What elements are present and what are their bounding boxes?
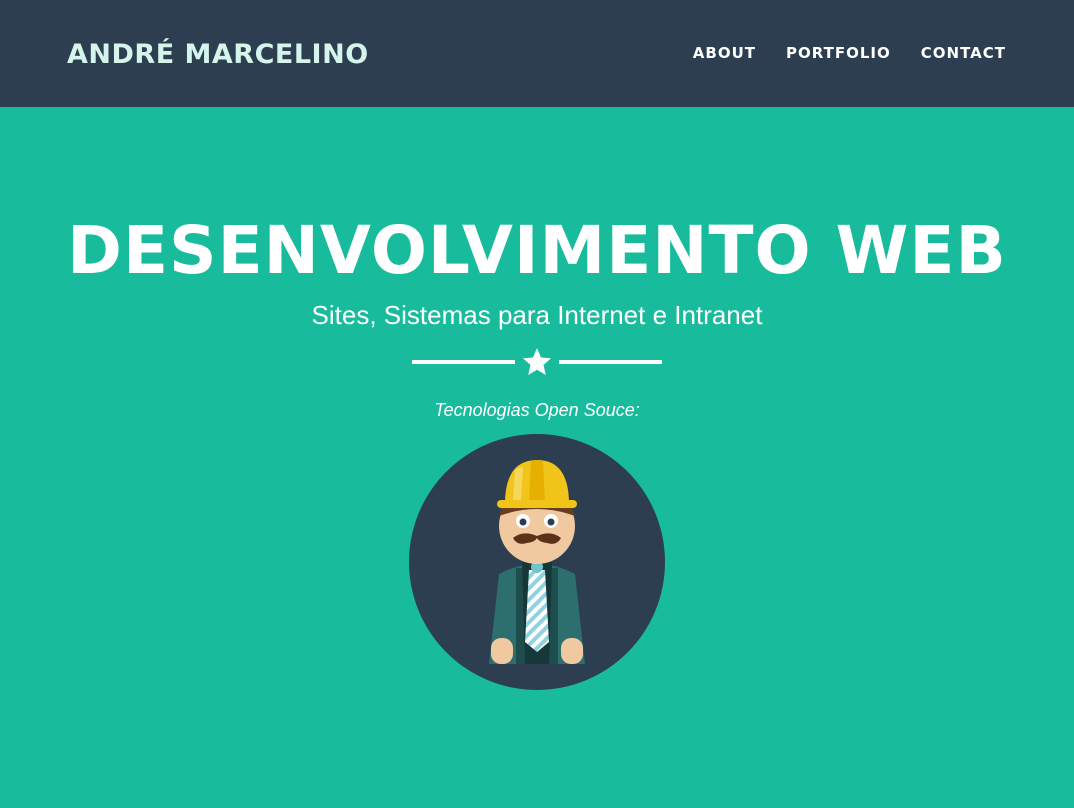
nav-menu: ABOUT PORTFOLIO CONTACT: [693, 44, 1006, 62]
developer-avatar-icon: [409, 434, 665, 690]
star-divider: [412, 347, 662, 377]
hero-title: DESENVOLVIMENTO WEB: [67, 212, 1007, 289]
navbar: ANDRÉ MARCELINO ABOUT PORTFOLIO CONTACT: [0, 0, 1074, 107]
nav-link-portfolio[interactable]: PORTFOLIO: [786, 44, 891, 62]
nav-link-contact[interactable]: CONTACT: [921, 44, 1006, 62]
brand-link[interactable]: ANDRÉ MARCELINO: [67, 39, 369, 71]
star-icon: [523, 348, 551, 375]
divider-line-left: [412, 360, 515, 364]
hero-section: DESENVOLVIMENTO WEB Sites, Sistemas para…: [0, 107, 1074, 808]
hero-subtitle: Sites, Sistemas para Internet e Intranet: [311, 300, 763, 330]
nav-link-about[interactable]: ABOUT: [693, 44, 756, 62]
divider-line-right: [559, 360, 662, 364]
tech-label: Tecnologias Open Souce:: [434, 400, 640, 420]
